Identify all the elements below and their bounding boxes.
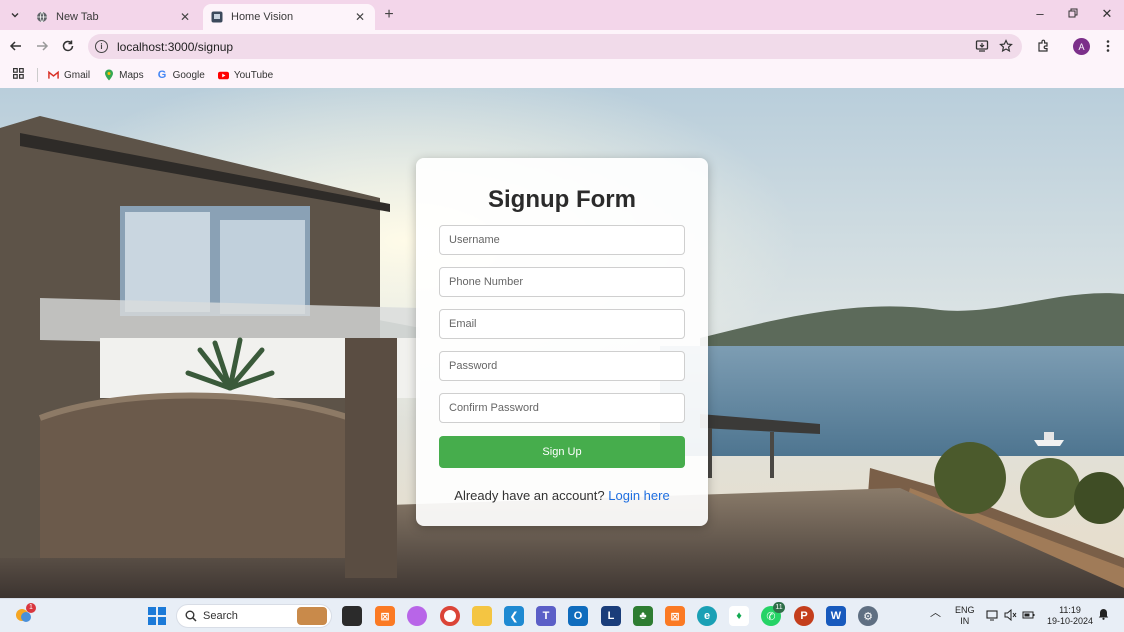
- tab-title: New Tab: [56, 11, 99, 23]
- new-tab-button[interactable]: +: [380, 6, 398, 24]
- address-url[interactable]: localhost:3000/signup: [117, 40, 233, 54]
- xampp-icon[interactable]: ⊠: [375, 606, 395, 626]
- l-app-icon[interactable]: L: [601, 606, 621, 626]
- windows-taskbar: 1 Search ⊠ ❮ T O L ♣ ⊠ e ♦ ✆ 11 P W ⚙ ︿ …: [0, 598, 1124, 632]
- tab-search-button[interactable]: [6, 6, 24, 24]
- password-input[interactable]: [439, 351, 685, 381]
- tab-title: Home Vision: [231, 11, 294, 23]
- bookmarks-bar: Gmail Maps G Google YouTube: [0, 62, 1124, 88]
- outlook-icon[interactable]: O: [568, 606, 588, 626]
- chevron-down-icon: [11, 13, 19, 18]
- bookmark-gmail[interactable]: Gmail: [48, 70, 90, 81]
- more-menu-icon[interactable]: [1099, 37, 1117, 55]
- tab-new-tab[interactable]: New Tab ✕: [28, 4, 200, 30]
- volume-muted-icon[interactable]: [1004, 608, 1017, 624]
- browser-toolbar: i localhost:3000/signup A: [0, 30, 1124, 62]
- folder-icon[interactable]: [472, 606, 492, 626]
- bookmarks-divider: [37, 68, 38, 82]
- word-icon[interactable]: W: [826, 606, 846, 626]
- bookmark-label: Maps: [119, 69, 144, 81]
- apps-grid-icon[interactable]: [13, 68, 24, 82]
- edge-icon[interactable]: e: [697, 606, 717, 626]
- tab-strip: New Tab ✕ Home Vision ✕ + – ✕: [0, 0, 1124, 30]
- address-bar[interactable]: i localhost:3000/signup: [88, 34, 1022, 59]
- youtube-icon: [217, 70, 229, 81]
- restore-icon[interactable]: [1063, 6, 1083, 21]
- site-favicon-icon: [211, 11, 223, 23]
- clock[interactable]: 11:19 19-10-2024: [1044, 605, 1096, 627]
- phone-number-input[interactable]: [439, 267, 685, 297]
- sign-up-button[interactable]: Sign Up: [439, 436, 685, 468]
- file-explorer-icon[interactable]: [342, 606, 362, 626]
- login-prompt: Already have an account? Login here: [416, 488, 708, 503]
- login-link[interactable]: Login here: [608, 488, 669, 503]
- tab-close-icon[interactable]: ✕: [353, 10, 367, 24]
- tab-home-vision[interactable]: Home Vision ✕: [203, 4, 375, 30]
- login-prompt-text: Already have an account?: [454, 488, 605, 503]
- network-icon[interactable]: [986, 609, 998, 624]
- install-app-icon[interactable]: [973, 37, 991, 55]
- copilot-icon[interactable]: [407, 606, 427, 626]
- region-code: IN: [960, 616, 970, 626]
- close-window-icon[interactable]: ✕: [1097, 6, 1117, 22]
- clock-date: 19-10-2024: [1046, 616, 1094, 626]
- powerpoint-icon[interactable]: P: [794, 606, 814, 626]
- minimize-icon[interactable]: –: [1030, 6, 1050, 21]
- search-label: Search: [203, 610, 238, 622]
- back-icon[interactable]: [7, 37, 25, 55]
- profile-avatar[interactable]: A: [1073, 38, 1090, 55]
- forward-icon[interactable]: [33, 37, 51, 55]
- page-title: Signup Form: [488, 186, 636, 213]
- search-highlight-icon: [297, 607, 327, 625]
- chrome-icon[interactable]: [440, 606, 460, 626]
- bookmark-youtube[interactable]: YouTube: [217, 69, 274, 81]
- search-icon: [185, 610, 197, 622]
- clock-time: 11:19: [1059, 605, 1081, 615]
- bookmark-label: Gmail: [64, 69, 91, 81]
- globe-icon: [36, 11, 48, 23]
- username-input[interactable]: [439, 225, 685, 255]
- reload-icon[interactable]: [59, 37, 77, 55]
- bookmark-star-icon[interactable]: [997, 37, 1015, 55]
- battery-icon[interactable]: [1022, 609, 1036, 624]
- maps-icon: [103, 69, 114, 81]
- extensions-icon[interactable]: [1034, 37, 1052, 55]
- bookmark-label: Google: [172, 69, 205, 81]
- settings-icon[interactable]: ⚙: [858, 606, 878, 626]
- app-icon[interactable]: ♣: [633, 606, 653, 626]
- confirm-password-input[interactable]: [439, 393, 685, 423]
- taskbar-search[interactable]: Search: [176, 604, 332, 628]
- gmail-icon: [48, 70, 59, 81]
- language-indicator[interactable]: ENG IN: [955, 605, 975, 627]
- vscode-icon[interactable]: ❮: [504, 606, 524, 626]
- language-code: ENG: [955, 605, 975, 615]
- teams-icon[interactable]: T: [536, 606, 556, 626]
- bookmark-maps[interactable]: Maps: [103, 69, 144, 81]
- bookmark-label: YouTube: [233, 69, 274, 81]
- whatsapp-badge: 11: [773, 602, 785, 613]
- email-input[interactable]: [439, 309, 685, 339]
- google-icon: G: [157, 69, 167, 81]
- bookmark-google[interactable]: G Google: [157, 69, 205, 81]
- page-viewport: Signup Form Sign Up Already have an acco…: [0, 88, 1124, 598]
- mongodb-icon[interactable]: ♦: [729, 606, 749, 626]
- start-icon[interactable]: [147, 606, 167, 626]
- chevron-up-icon[interactable]: ︿: [930, 608, 941, 619]
- widget-badge: 1: [26, 603, 36, 613]
- xampp-icon[interactable]: ⊠: [665, 606, 685, 626]
- signup-card: Signup Form Sign Up Already have an acco…: [416, 158, 708, 526]
- site-info-icon[interactable]: i: [95, 40, 108, 53]
- tab-close-icon[interactable]: ✕: [178, 10, 192, 24]
- notification-bell-icon[interactable]: [1098, 608, 1109, 623]
